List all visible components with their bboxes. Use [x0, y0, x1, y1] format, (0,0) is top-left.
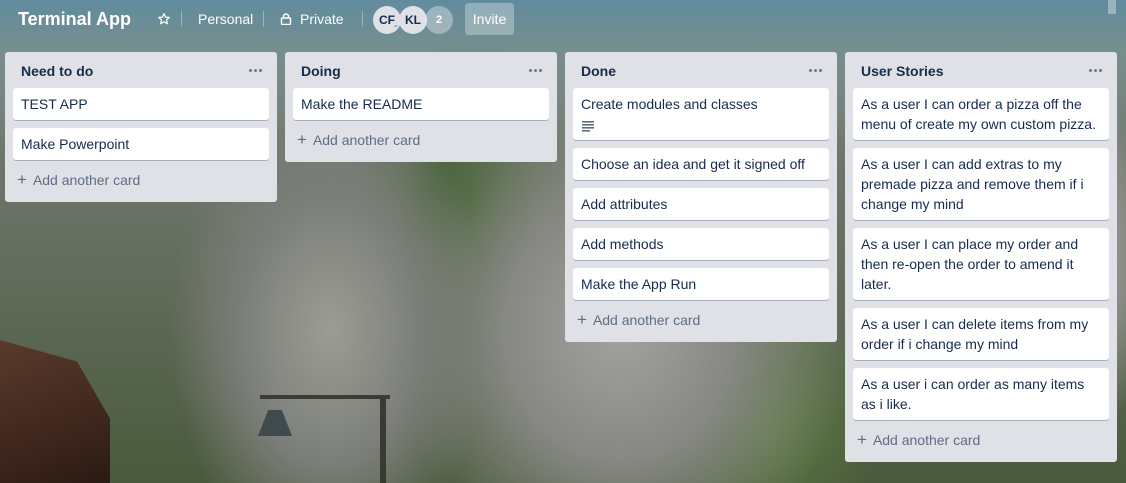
card[interactable]: As a user I can delete items from my ord… — [853, 308, 1109, 360]
add-card-label: Add another card — [312, 132, 421, 148]
list-menu-button[interactable] — [245, 60, 265, 80]
list-user-stories: User Stories As a user I can order a piz… — [845, 52, 1117, 462]
list-menu-button[interactable] — [525, 60, 545, 80]
ellipsis-icon — [258, 68, 262, 72]
list-title[interactable]: Need to do — [21, 63, 93, 79]
visibility-button[interactable]: Private — [272, 5, 352, 33]
background-lamp-arm — [260, 395, 390, 399]
list-need-to-do: Need to do TEST APP Make Powerpoint + Ad… — [5, 52, 277, 202]
add-card-button[interactable]: + Add another card — [293, 126, 549, 154]
list-header: Done — [573, 52, 829, 88]
card[interactable]: As a user I can add extras to my premade… — [853, 148, 1109, 220]
ellipsis-icon — [538, 68, 542, 72]
member-avatar-kl[interactable]: KL — [399, 6, 427, 34]
card[interactable]: Choose an idea and get it signed off — [573, 148, 829, 180]
ellipsis-icon — [818, 68, 822, 72]
add-card-label: Add another card — [32, 172, 141, 188]
card[interactable]: As a user I can order a pizza off the me… — [853, 88, 1109, 140]
list-title[interactable]: User Stories — [861, 63, 943, 79]
card[interactable]: Make the App Run — [573, 268, 829, 300]
team-button[interactable]: Personal — [190, 5, 261, 33]
list-done: Done Create modules and classes Choose a… — [565, 52, 837, 342]
plus-icon: + — [17, 170, 27, 189]
list-title[interactable]: Doing — [301, 63, 341, 79]
add-card-button[interactable]: + Add another card — [853, 426, 1109, 454]
card[interactable]: Make Powerpoint — [13, 128, 269, 160]
list-title[interactable]: Done — [581, 63, 616, 79]
card-badges — [581, 118, 821, 134]
ellipsis-icon — [248, 68, 252, 72]
card[interactable]: As a user I can place my order and then … — [853, 228, 1109, 300]
lock-icon — [280, 13, 292, 25]
card[interactable]: Add attributes — [573, 188, 829, 220]
ellipsis-icon — [1093, 68, 1097, 72]
star-button[interactable] — [150, 5, 178, 33]
ellipsis-icon — [253, 68, 257, 72]
background-lamp-pole — [380, 398, 386, 483]
card[interactable]: As a user i can order as many items as i… — [853, 368, 1109, 420]
header-divider — [362, 11, 363, 27]
header-divider — [181, 11, 182, 27]
plus-icon: + — [297, 130, 307, 149]
description-icon — [582, 121, 594, 132]
card[interactable]: Make the README — [293, 88, 549, 120]
ellipsis-icon — [528, 68, 532, 72]
member-overflow-count[interactable]: 2 — [425, 6, 453, 34]
card[interactable]: Create modules and classes — [573, 88, 829, 140]
list-header: Need to do — [13, 52, 269, 88]
list-menu-button[interactable] — [805, 60, 825, 80]
board-title[interactable]: Terminal App — [18, 9, 131, 30]
card[interactable]: Add methods — [573, 228, 829, 260]
ellipsis-icon — [808, 68, 812, 72]
add-card-label: Add another card — [592, 312, 701, 328]
card[interactable]: TEST APP — [13, 88, 269, 120]
invite-button[interactable]: Invite — [465, 3, 514, 35]
list-header: User Stories — [853, 52, 1109, 88]
list-doing: Doing Make the README + Add another card — [285, 52, 557, 162]
ellipsis-icon — [1088, 68, 1092, 72]
ellipsis-icon — [533, 68, 537, 72]
ellipsis-icon — [813, 68, 817, 72]
star-icon — [158, 13, 170, 25]
plus-icon: + — [857, 430, 867, 449]
card-title: Create modules and classes — [581, 96, 758, 112]
list-header: Doing — [293, 52, 549, 88]
add-card-button[interactable]: + Add another card — [573, 306, 829, 334]
add-card-label: Add another card — [872, 432, 981, 448]
add-card-button[interactable]: + Add another card — [13, 166, 269, 194]
ellipsis-icon — [1098, 68, 1102, 72]
plus-icon: + — [577, 310, 587, 329]
list-menu-button[interactable] — [1085, 60, 1105, 80]
visibility-label: Private — [300, 11, 344, 27]
header-divider — [263, 11, 264, 27]
board-header: Terminal App Personal Private CF ⌃ KL 2 … — [0, 0, 1126, 40]
header-edge-marker — [1108, 0, 1116, 14]
